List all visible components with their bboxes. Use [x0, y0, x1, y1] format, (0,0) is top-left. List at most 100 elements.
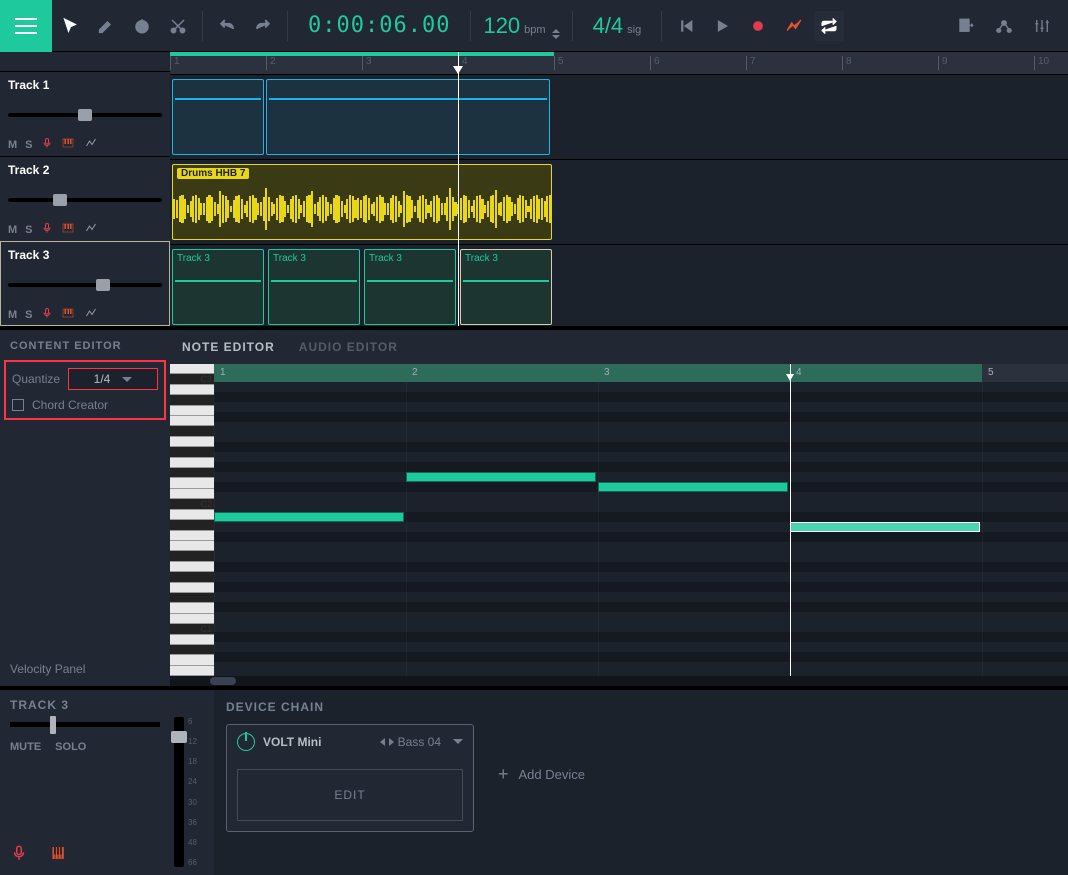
- piano-black-key[interactable]: [170, 645, 214, 655]
- piano-black-key[interactable]: C3: [170, 374, 214, 384]
- audio-clip[interactable]: Drums HHB 7: [172, 164, 552, 240]
- keyboard-icon[interactable]: [61, 137, 75, 152]
- track-header[interactable]: Track 1MS: [0, 71, 170, 156]
- tab-note-editor[interactable]: NOTE EDITOR: [182, 340, 275, 354]
- mute-button[interactable]: M: [8, 309, 17, 321]
- piano-white-key[interactable]: [170, 531, 214, 541]
- time-display[interactable]: 0:00:06.00: [294, 13, 464, 38]
- keyboard-icon[interactable]: [50, 844, 70, 867]
- arm-record-icon[interactable]: [41, 137, 53, 152]
- note-clip-region[interactable]: [214, 364, 982, 382]
- time-signature-display[interactable]: 4/4 sig: [579, 13, 656, 39]
- piano-white-key[interactable]: [170, 603, 214, 613]
- piano-black-key[interactable]: [170, 551, 214, 561]
- automation-button[interactable]: [776, 0, 812, 52]
- chevron-down-icon[interactable]: [453, 739, 463, 744]
- preset-prev-icon[interactable]: [380, 738, 385, 746]
- mic-icon[interactable]: [10, 844, 28, 867]
- piano-black-key[interactable]: [170, 520, 214, 530]
- midi-clip[interactable]: Track 3: [172, 249, 264, 325]
- track-volume-slider[interactable]: [8, 198, 162, 202]
- solo-button[interactable]: S: [25, 139, 32, 151]
- note-grid[interactable]: 12345: [214, 364, 1068, 676]
- playhead[interactable]: [458, 52, 459, 326]
- solo-button[interactable]: S: [25, 309, 32, 321]
- piano-white-key[interactable]: [170, 562, 214, 572]
- arm-record-icon[interactable]: [41, 222, 53, 237]
- chord-creator-checkbox[interactable]: [12, 399, 24, 411]
- note-ruler[interactable]: 12345: [214, 364, 1068, 382]
- play-button[interactable]: [704, 0, 740, 52]
- device-power-button[interactable]: [237, 733, 255, 751]
- track-lane[interactable]: Drums HHB 7: [170, 159, 1068, 244]
- piano-white-key[interactable]: [170, 406, 214, 416]
- track-lane[interactable]: [170, 74, 1068, 159]
- redo-button[interactable]: [245, 0, 281, 52]
- note-playhead[interactable]: [790, 364, 791, 676]
- keyboard-icon[interactable]: [61, 307, 75, 322]
- keyboard-icon[interactable]: [61, 222, 75, 237]
- bpm-display[interactable]: 120 bpm: [477, 13, 565, 39]
- piano-white-key[interactable]: [170, 583, 214, 593]
- track-header[interactable]: Track 3MS: [0, 241, 170, 326]
- piano-white-key[interactable]: [170, 385, 214, 395]
- automation-icon[interactable]: [83, 137, 99, 152]
- volume-fader[interactable]: [174, 717, 184, 867]
- automation-icon[interactable]: [83, 307, 99, 322]
- track-lane[interactable]: Track 3Track 3Track 3Track 3: [170, 244, 1068, 326]
- piano-white-key[interactable]: [170, 437, 214, 447]
- piano-white-key[interactable]: [170, 489, 214, 499]
- piano-white-key[interactable]: [170, 458, 214, 468]
- piano-white-key[interactable]: [170, 655, 214, 665]
- piano-white-key[interactable]: [170, 541, 214, 551]
- undo-button[interactable]: [209, 0, 245, 52]
- midi-clip[interactable]: Track 3: [364, 249, 456, 325]
- track-header[interactable]: Track 2MS: [0, 156, 170, 241]
- loop-button[interactable]: [814, 11, 844, 41]
- tab-audio-editor[interactable]: AUDIO EDITOR: [299, 340, 398, 354]
- quantize-dropdown[interactable]: 1/4: [68, 368, 158, 390]
- share-button[interactable]: [986, 0, 1022, 52]
- piano-white-key[interactable]: [170, 478, 214, 488]
- go-to-start-button[interactable]: [668, 0, 704, 52]
- piano-white-key[interactable]: [170, 666, 214, 676]
- mute-button[interactable]: MUTE: [10, 741, 41, 753]
- arrange-grid[interactable]: 1234567891011 Drums HHB 7Track 3Track 3T…: [170, 52, 1068, 326]
- mute-button[interactable]: M: [8, 139, 17, 151]
- main-menu-button[interactable]: [0, 0, 52, 52]
- solo-button[interactable]: SOLO: [55, 741, 86, 753]
- piano-black-key[interactable]: [170, 447, 214, 457]
- midi-note[interactable]: [790, 522, 980, 532]
- piano-black-key[interactable]: [170, 426, 214, 436]
- pointer-tool[interactable]: [52, 0, 88, 52]
- midi-note[interactable]: [406, 472, 596, 482]
- metronome-tool[interactable]: [124, 0, 160, 52]
- bpm-spinner[interactable]: [552, 29, 560, 39]
- midi-clip[interactable]: [266, 79, 550, 155]
- mixer-button[interactable]: [1024, 0, 1060, 52]
- piano-black-key[interactable]: [170, 593, 214, 603]
- piano-white-key[interactable]: [170, 364, 214, 374]
- pan-slider[interactable]: [10, 722, 160, 727]
- add-device-button[interactable]: + Add Device: [498, 764, 585, 785]
- piano-black-key[interactable]: [170, 572, 214, 582]
- midi-clip[interactable]: [172, 79, 264, 155]
- note-hscroll[interactable]: [170, 676, 1068, 686]
- cut-tool[interactable]: [160, 0, 196, 52]
- device-preset-selector[interactable]: Bass 04: [380, 735, 463, 749]
- preset-next-icon[interactable]: [389, 738, 394, 746]
- automation-icon[interactable]: [83, 222, 99, 237]
- piano-black-key[interactable]: C2: [170, 499, 214, 509]
- piano-white-key[interactable]: [170, 614, 214, 624]
- timeline-ruler[interactable]: 1234567891011: [170, 52, 1068, 74]
- piano-black-key[interactable]: C1: [170, 624, 214, 634]
- piano-white-key[interactable]: [170, 635, 214, 645]
- midi-clip[interactable]: Track 3: [268, 249, 360, 325]
- device-edit-button[interactable]: EDIT: [237, 769, 463, 821]
- piano-white-key[interactable]: [170, 510, 214, 520]
- velocity-panel-label[interactable]: Velocity Panel: [0, 652, 170, 686]
- export-button[interactable]: [948, 0, 984, 52]
- piano-black-key[interactable]: [170, 468, 214, 478]
- piano-white-key[interactable]: [170, 416, 214, 426]
- midi-clip[interactable]: Track 3: [460, 249, 552, 325]
